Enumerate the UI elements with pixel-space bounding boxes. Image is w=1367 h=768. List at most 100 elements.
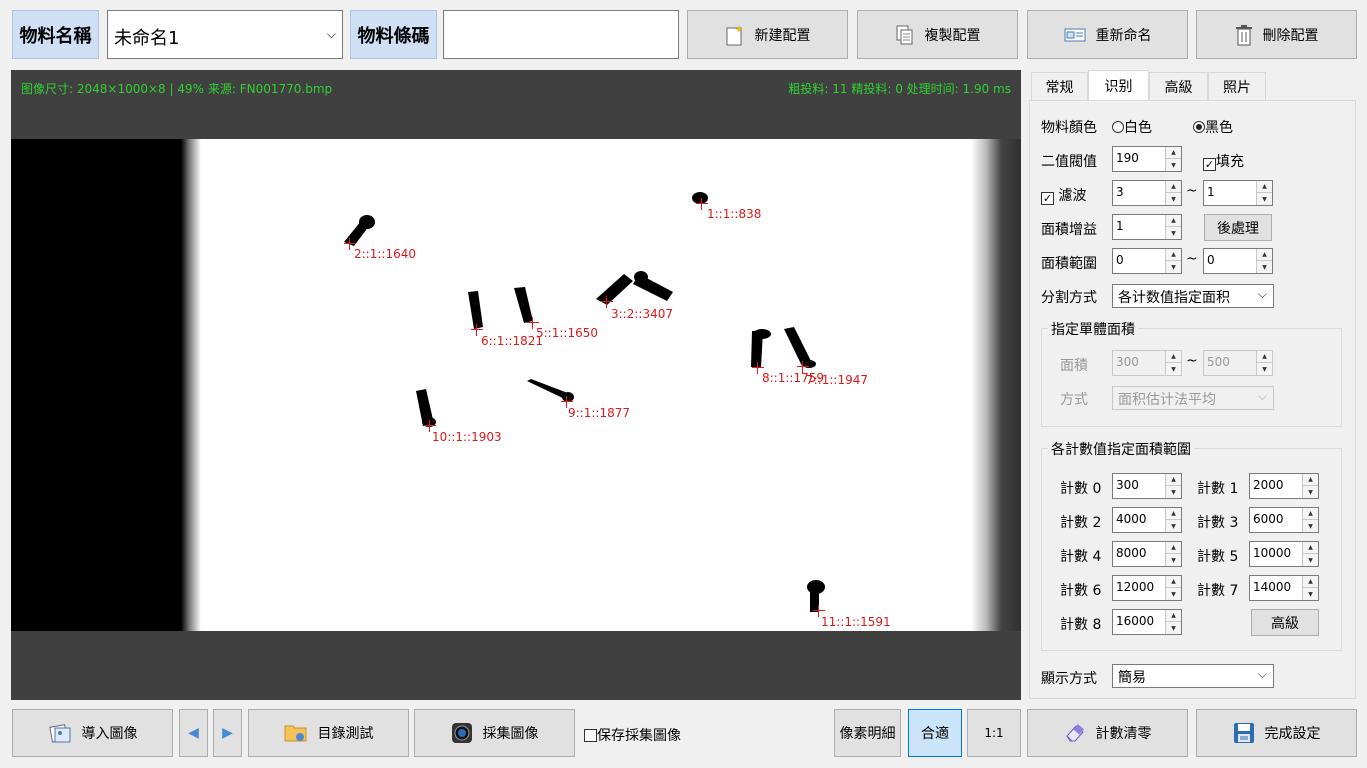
- post-process-button[interactable]: 後處理: [1204, 214, 1272, 241]
- copy-icon: [895, 24, 915, 46]
- eraser-icon: [1064, 723, 1086, 743]
- folder-icon: [284, 723, 308, 743]
- image-viewer[interactable]: 图像尺寸: 2048×1000×8 | 49% 来源: FN001770.bmp…: [11, 70, 1021, 700]
- marker-crosshair: [797, 361, 809, 373]
- unit-area-group: 指定單體面積: [1041, 319, 1342, 427]
- next-image-button[interactable]: ▶: [213, 709, 242, 757]
- tab-photo[interactable]: 照片: [1208, 72, 1266, 100]
- finish-settings-button[interactable]: 完成設定: [1196, 709, 1357, 757]
- area-gain-spinner[interactable]: 1 ▲ ▼: [1112, 214, 1182, 240]
- trash-icon: [1235, 24, 1253, 46]
- split-method-select[interactable]: 各计数值指定面积 ⌵: [1112, 284, 1274, 308]
- count-6-spinner[interactable]: 12000 ▲ ▼: [1112, 575, 1182, 601]
- blob-label: 11::1::1591: [821, 615, 891, 629]
- filter-from-spinner[interactable]: 3 ▲ ▼: [1112, 180, 1182, 206]
- material-color-label: 物料顏色: [1041, 120, 1097, 136]
- display-mode-select[interactable]: 簡易 ⌵: [1112, 664, 1274, 688]
- save-icon: [1233, 722, 1255, 744]
- arrow-left-icon: ◀: [188, 725, 199, 741]
- count-5-label: 計數 5: [1197, 549, 1239, 565]
- count-3-label: 計數 3: [1197, 515, 1239, 531]
- unit-area-from-spinner[interactable]: 300 ▲ ▼: [1112, 350, 1182, 376]
- blob-label: 9::1::1877: [568, 406, 630, 420]
- chevron-down-icon: ⌵: [326, 27, 336, 41]
- area-range-from-spinner[interactable]: 0 ▲ ▼: [1112, 248, 1182, 274]
- processing-stats-text: 粗投料: 11 精投料: 0 处理时间: 1.90 ms: [788, 82, 1011, 96]
- new-config-button[interactable]: 新建配置: [687, 10, 848, 59]
- filter-checkbox[interactable]: ✓ 濾波: [1041, 185, 1086, 205]
- count-4-spinner[interactable]: 8000 ▲ ▼: [1112, 541, 1182, 567]
- count-2-spinner[interactable]: 4000 ▲ ▼: [1112, 507, 1182, 533]
- tilde-label: ~: [1186, 183, 1198, 199]
- count-1-spinner[interactable]: 2000 ▲ ▼: [1249, 473, 1319, 499]
- chevron-down-icon: ⌵: [1257, 389, 1267, 403]
- tab-recognition[interactable]: 识别: [1088, 70, 1149, 101]
- rename-icon: [1064, 26, 1086, 44]
- count-7-label: 計數 7: [1197, 583, 1239, 599]
- area-gain-label: 面積增益: [1041, 222, 1097, 238]
- clear-count-button[interactable]: 計數清零: [1027, 709, 1188, 757]
- count-5-spinner[interactable]: 10000 ▲ ▼: [1249, 541, 1319, 567]
- delete-config-button[interactable]: 刪除配置: [1196, 10, 1357, 59]
- threshold-label: 二值閥值: [1041, 154, 1097, 170]
- count-0-spinner[interactable]: 300 ▲ ▼: [1112, 473, 1182, 499]
- color-white-radio[interactable]: 白色: [1112, 117, 1152, 137]
- tilde-label: ~: [1186, 353, 1198, 369]
- fit-zoom-button[interactable]: 合適: [908, 709, 962, 757]
- capture-image-button[interactable]: 採集圖像: [414, 709, 575, 757]
- blob-label: 7::1::1947: [806, 373, 868, 387]
- captured-image: 1::1::838 2::1::1640 3::2::3407 5::1::16…: [11, 139, 1021, 631]
- unit-area-to-spinner[interactable]: 500 ▲ ▼: [1203, 350, 1273, 376]
- save-capture-checkbox[interactable]: 保存採集圖像: [584, 725, 681, 745]
- count-8-label: 計數 8: [1060, 617, 1102, 633]
- import-image-button[interactable]: 導入圖像: [12, 709, 173, 757]
- chevron-down-icon: ⌵: [1257, 287, 1267, 301]
- tilde-label: ~: [1186, 251, 1198, 267]
- area-range-to-spinner[interactable]: 0 ▲ ▼: [1203, 248, 1273, 274]
- display-mode-label: 顯示方式: [1041, 671, 1097, 687]
- threshold-spinner[interactable]: 190 ▲ ▼: [1112, 146, 1182, 172]
- blob-label: 5::1::1650: [536, 326, 598, 340]
- actual-size-button[interactable]: 1:1: [967, 709, 1021, 757]
- import-image-icon: [48, 722, 72, 744]
- split-method-label: 分割方式: [1041, 290, 1097, 306]
- copy-config-button[interactable]: 複製配置: [857, 10, 1018, 59]
- count-0-label: 計數 0: [1060, 481, 1102, 497]
- arrow-right-icon: ▶: [222, 725, 233, 741]
- image-info-text: 图像尺寸: 2048×1000×8 | 49% 来源: FN001770.bmp: [21, 82, 333, 96]
- blob-label: 3::2::3407: [611, 307, 673, 321]
- count-7-spinner[interactable]: 14000 ▲ ▼: [1249, 575, 1319, 601]
- pixel-detail-button[interactable]: 像素明細: [834, 709, 901, 757]
- color-black-radio[interactable]: 黑色: [1193, 117, 1233, 137]
- count-4-label: 計數 4: [1060, 549, 1102, 565]
- count-3-spinner[interactable]: 6000 ▲ ▼: [1249, 507, 1319, 533]
- advanced-counts-button[interactable]: 高級: [1251, 609, 1319, 636]
- prev-image-button[interactable]: ◀: [179, 709, 208, 757]
- unit-method-select[interactable]: 面积估计法平均 ⌵: [1112, 386, 1274, 410]
- fill-checkbox[interactable]: ✓ 填充: [1203, 151, 1244, 171]
- unit-area-label: 面積: [1060, 358, 1088, 374]
- blob-label: 1::1::838: [707, 207, 762, 221]
- chevron-down-icon: ⌵: [1257, 667, 1267, 681]
- blob-label: 2::1::1640: [354, 247, 416, 261]
- blob-label: 10::1::1903: [432, 430, 502, 444]
- tab-advanced[interactable]: 高級: [1149, 72, 1208, 100]
- new-document-icon: [725, 24, 745, 46]
- area-range-label: 面積範圍: [1041, 256, 1097, 272]
- material-name-combobox[interactable]: 未命名1 ⌵: [107, 10, 343, 59]
- material-name-value: 未命名1: [114, 28, 180, 49]
- material-blobs: [344, 192, 825, 612]
- material-barcode-input[interactable]: [443, 10, 679, 59]
- blob-label: 6::1::1821: [481, 334, 543, 348]
- material-name-label: 物料名稱: [12, 10, 99, 59]
- count-8-spinner[interactable]: 16000 ▲ ▼: [1112, 609, 1182, 635]
- count-6-label: 計數 6: [1060, 583, 1102, 599]
- directory-test-button[interactable]: 目錄測試: [248, 709, 409, 757]
- count-1-label: 計數 1: [1197, 481, 1239, 497]
- rename-config-button[interactable]: 重新命名: [1027, 10, 1188, 59]
- filter-to-spinner[interactable]: 1 ▲ ▼: [1203, 180, 1273, 206]
- count-2-label: 計數 2: [1060, 515, 1102, 531]
- tab-general[interactable]: 常规: [1031, 72, 1088, 100]
- material-barcode-label: 物料條碼: [350, 10, 437, 59]
- camera-icon: [451, 722, 473, 744]
